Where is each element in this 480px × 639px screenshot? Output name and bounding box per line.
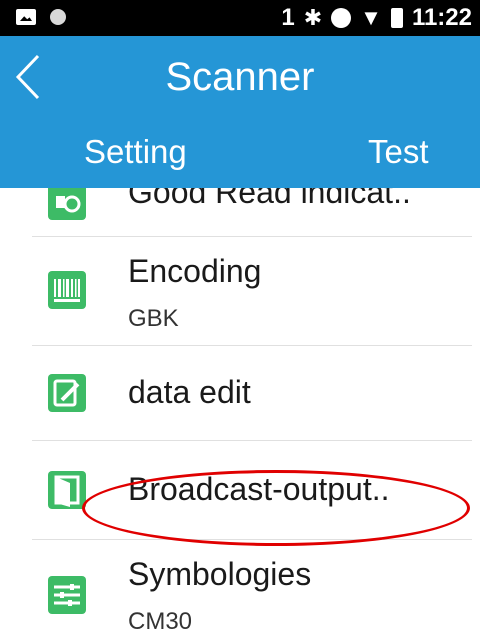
list-item-symbologies[interactable]: Symbologies CM30 [0, 540, 480, 639]
barcode-icon [48, 271, 86, 309]
list-item-subtitle: GBK [128, 305, 179, 332]
page-title: Scanner [165, 55, 315, 99]
list-item-good-read[interactable]: Good Read indicat.. [0, 188, 480, 236]
clock: 11:22 [411, 4, 472, 31]
good-read-icon [48, 188, 86, 220]
sim-number: 1 [281, 4, 295, 31]
tab-bar: Setting Test [0, 118, 480, 188]
bluetooth-icon: ✱ [303, 5, 323, 30]
status-bar: 1 ✱ ▼ 11:22 [0, 0, 480, 36]
tab-setting[interactable]: Setting [84, 132, 187, 172]
highlight-annotation [82, 470, 470, 546]
broadcast-icon [48, 471, 86, 509]
list-item-encoding[interactable]: Encoding GBK [0, 237, 480, 345]
list-item-data-edit[interactable]: data edit [0, 346, 480, 440]
list-item-title: Symbologies [128, 556, 312, 592]
edit-icon [48, 374, 86, 412]
notification-dot-icon [50, 9, 66, 25]
settings-list: Good Read indicat.. Encoding GBK data ed… [0, 188, 480, 639]
app-bar: Scanner [0, 36, 480, 118]
gallery-notification-icon [16, 9, 36, 25]
list-item-subtitle: CM30 [128, 608, 193, 635]
tab-test[interactable]: Test [368, 132, 429, 172]
data-sync-icon [331, 8, 352, 28]
symbologies-icon [48, 576, 86, 614]
list-item-title: Good Read indicat.. [128, 188, 411, 210]
battery-icon [390, 8, 403, 28]
wifi-icon: ▼ [360, 5, 382, 30]
list-item-title: Encoding [128, 253, 262, 289]
list-item-title: data edit [128, 374, 251, 410]
